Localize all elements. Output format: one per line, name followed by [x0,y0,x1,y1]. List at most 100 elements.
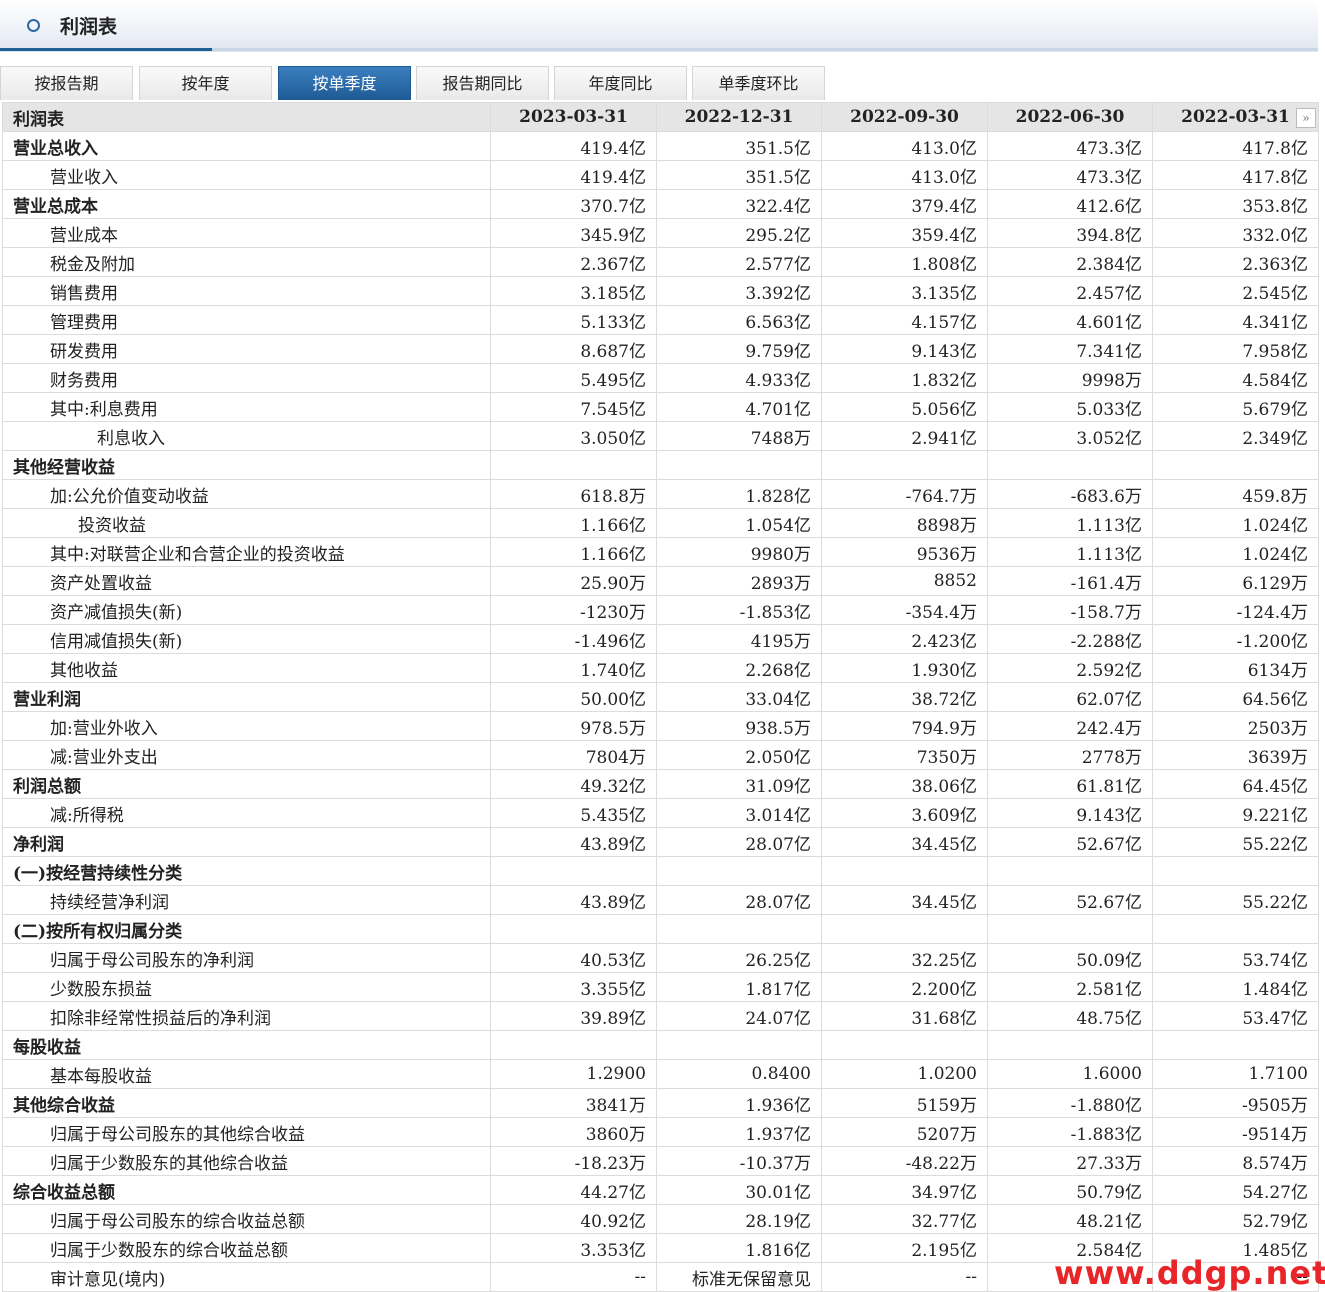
table-cell: 9980万 [656,537,822,567]
table-cell: 3639万 [1152,740,1319,770]
table-row: 利息收入 3.050亿 7488万 2.941亿 3.052亿 2.349亿 [2,421,1319,451]
table-row: 销售费用 3.185亿 3.392亿 3.135亿 2.457亿 2.545亿 [2,276,1319,306]
table-row: 归属于母公司股东的综合收益总额 40.92亿 28.19亿 32.77亿 48.21亿 5… [2,1204,1319,1234]
row-label: 少数股东损益 [2,972,491,1002]
table-cell: -1.853亿 [656,595,822,625]
table-cell: 50.09亿 [987,943,1153,973]
table-cell: 1.7100 [1152,1059,1319,1089]
table-cell: 3.609亿 [821,798,988,828]
column-header-date[interactable]: 2022-09-30 [821,102,988,132]
table-header-label: 利润表 [2,102,491,132]
table-cell: 9.143亿 [821,334,988,364]
table-cell: -1.880亿 [987,1088,1153,1118]
table-cell: 351.5亿 [656,131,822,161]
column-header-date[interactable]: 2022-12-31 [656,102,822,132]
table-cell: 43.89亿 [490,885,657,915]
row-label: 销售费用 [2,276,491,306]
table-cell: 1.113亿 [987,537,1153,567]
table-cell: -9505万 [1152,1088,1319,1118]
table-cell: 48.75亿 [987,1001,1153,1031]
double-chevron-right-icon[interactable]: » [1296,108,1316,128]
table-cell: 9.143亿 [987,798,1153,828]
table-cell: 55.22亿 [1152,885,1319,915]
row-label: 扣除非经常性损益后的净利润 [2,1001,491,1031]
table-cell: 2.384亿 [987,247,1153,277]
table-row: 扣除非经常性损益后的净利润 39.89亿 24.07亿 31.68亿 48.75亿 53.… [2,1001,1319,1031]
table-cell: 794.9万 [821,711,988,741]
table-cell: -- [821,1262,988,1292]
table-cell: 32.25亿 [821,943,988,973]
table-cell [490,856,657,886]
table-cell: 52.67亿 [987,827,1153,857]
column-header-date[interactable]: 2023-03-31 [490,102,657,132]
table-cell [821,914,988,944]
column-header-date[interactable]: 2022-06-30 [987,102,1153,132]
table-cell: -- [490,1262,657,1292]
tab-3[interactable]: 报告期同比 [416,66,549,100]
table-cell: 49.32亿 [490,769,657,799]
row-label: 持续经营净利润 [2,885,491,915]
table-cell: 2778万 [987,740,1153,770]
table-cell: 417.8亿 [1152,131,1319,161]
tab-0[interactable]: 按报告期 [0,66,133,100]
table-cell: 359.4亿 [821,218,988,248]
table-cell: 1.166亿 [490,537,657,567]
table-row: 管理费用 5.133亿 6.563亿 4.157亿 4.601亿 4.341亿 [2,305,1319,335]
table-row: 营业利润 50.00亿 33.04亿 38.72亿 62.07亿 64.56亿 [2,682,1319,712]
table-row: 持续经营净利润 43.89亿 28.07亿 34.45亿 52.67亿 55.22亿 [2,885,1319,915]
table-cell: 31.68亿 [821,1001,988,1031]
row-label: 其中:利息费用 [2,392,491,422]
table-cell: 9.759亿 [656,334,822,364]
table-cell: 2.268亿 [656,653,822,683]
table-cell: 40.92亿 [490,1204,657,1234]
table-cell [1152,1030,1319,1060]
table-cell: 52.67亿 [987,885,1153,915]
table-cell [987,1030,1153,1060]
tab-2[interactable]: 按单季度 [278,66,411,100]
table-cell: 353.8亿 [1152,189,1319,219]
circle-bullet-icon [27,19,40,32]
column-header-date[interactable]: 2022-03-31» [1152,102,1319,132]
table-cell: 25.90万 [490,566,657,596]
table-cell: 2.545亿 [1152,276,1319,306]
table-cell: -161.4万 [987,566,1153,596]
table-cell: 50.79亿 [987,1175,1153,1205]
table-cell: 32.77亿 [821,1204,988,1234]
row-label: 资产减值损失(新) [2,595,491,625]
table-cell: 2893万 [656,566,822,596]
row-label: 管理费用 [2,305,491,335]
table-row: 其中:对联营企业和合营企业的投资收益 1.166亿 9980万 9536万 1.113亿… [2,537,1319,567]
table-cell: 39.89亿 [490,1001,657,1031]
table-cell: -18.23万 [490,1146,657,1176]
row-label: 净利润 [2,827,491,857]
table-cell: 2.195亿 [821,1233,988,1263]
tab-4[interactable]: 年度同比 [554,66,687,100]
table-cell: 31.09亿 [656,769,822,799]
row-label: 审计意见(境内) [2,1262,491,1292]
table-cell: 43.89亿 [490,827,657,857]
table-cell: 8.574万 [1152,1146,1319,1176]
row-label: 每股收益 [2,1030,491,1060]
table-cell: 4.157亿 [821,305,988,335]
tab-5[interactable]: 单季度环比 [692,66,825,100]
table-cell: 1.024亿 [1152,537,1319,567]
row-label: 归属于母公司股东的其他综合收益 [2,1117,491,1147]
table-cell: 2.367亿 [490,247,657,277]
table-cell: 3.392亿 [656,276,822,306]
row-label: (二)按所有权归属分类 [2,914,491,944]
table-cell: 64.45亿 [1152,769,1319,799]
table-cell: 53.47亿 [1152,1001,1319,1031]
table-cell: 38.72亿 [821,682,988,712]
table-cell [987,914,1153,944]
table-cell: 38.06亿 [821,769,988,799]
table-cell: 413.0亿 [821,131,988,161]
table-cell: 28.07亿 [656,827,822,857]
table-cell: 379.4亿 [821,189,988,219]
table-cell: 6.563亿 [656,305,822,335]
table-cell: 4.601亿 [987,305,1153,335]
table-row: 资产处置收益 25.90万 2893万 8852 -161.4万 6.129万 [2,566,1319,596]
table-cell: 5.033亿 [987,392,1153,422]
table-cell: 3.135亿 [821,276,988,306]
tab-1[interactable]: 按年度 [139,66,272,100]
table-cell: 1.740亿 [490,653,657,683]
